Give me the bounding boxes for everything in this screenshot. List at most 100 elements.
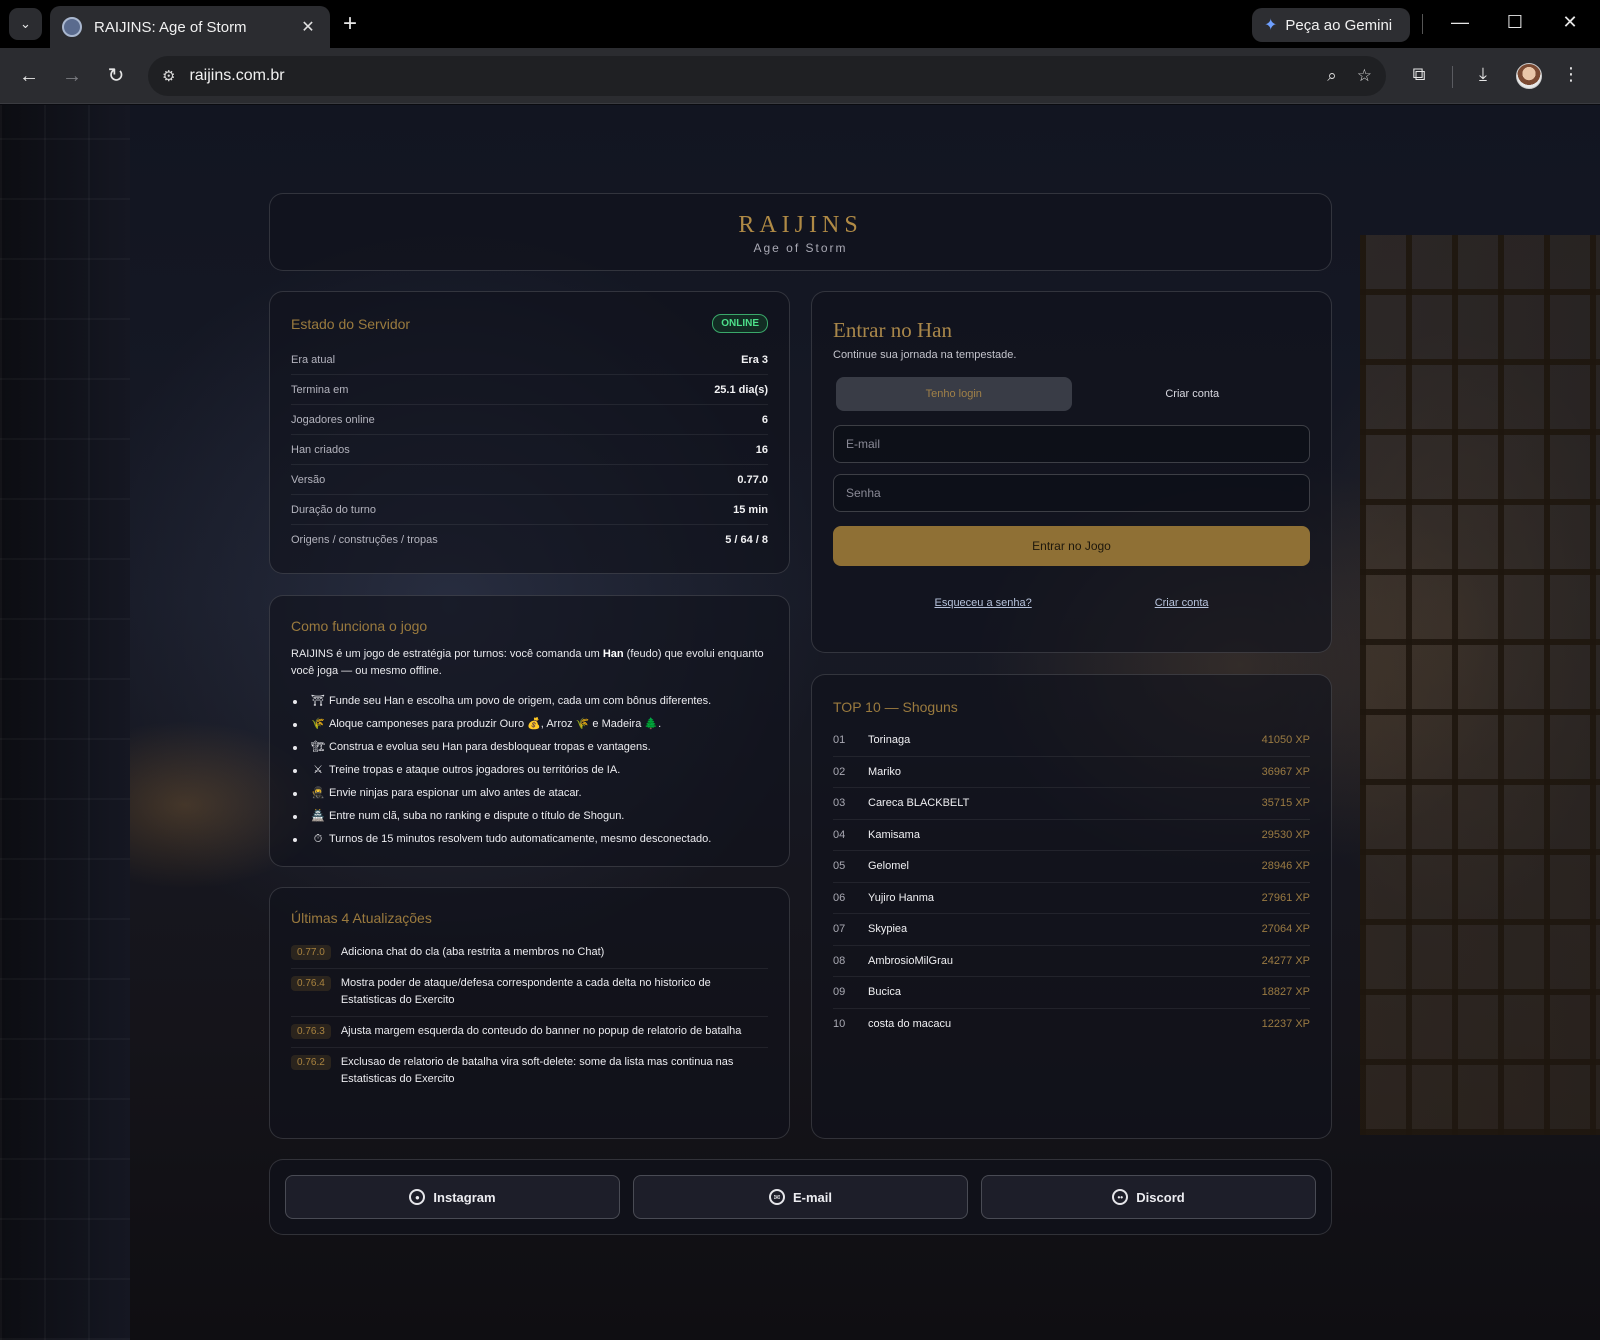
rank-position: 02	[833, 765, 846, 778]
stat-row: Era atual Era 3	[291, 345, 768, 375]
tab-login[interactable]: Tenho login	[836, 377, 1072, 411]
player-name: costa do macacu	[868, 1018, 952, 1031]
list-item: ⏱ Turnos de 15 minutos resolvem tudo auto…	[291, 828, 768, 851]
password-input[interactable]	[846, 486, 1297, 500]
stat-label: Versão	[291, 473, 326, 486]
login-title: Entrar no Han	[833, 318, 952, 342]
version-badge: 0.77.0	[291, 945, 331, 960]
reload-icon[interactable]: ↻	[102, 62, 130, 90]
login-links: Esqueceu a senha? Criar conta	[833, 597, 1310, 609]
how-intro: RAIJINS é um jogo de estratégia por turn…	[291, 646, 768, 680]
player-xp: 24277 XP	[1261, 954, 1310, 967]
list-item: ⚔ Treine tropas e ataque outros jogadores…	[291, 759, 768, 782]
brand-title: RAIJINS	[738, 212, 863, 238]
player-name: AmbrosioMilGrau	[868, 954, 953, 967]
instagram-label: Instagram	[433, 1189, 496, 1205]
ranking-panel: TOP 10 — Shoguns 01 Torinaga 41050 XP 02 Ma…	[811, 674, 1332, 1139]
divider	[1422, 14, 1423, 34]
updates-title: Últimas 4 Atualizações	[291, 910, 432, 926]
zoom-icon[interactable]: ⌕	[1327, 66, 1337, 86]
browser-tab[interactable]: RAIJINS: Age of Storm ✕	[50, 6, 330, 48]
instagram-button[interactable]: ● Instagram	[285, 1175, 620, 1219]
forward-arrow-icon[interactable]: →	[58, 62, 86, 90]
update-item: 0.77.0 Adiciona chat do cla (aba restrita…	[291, 938, 768, 969]
how-intro-bold: Han	[602, 648, 624, 660]
discord-button[interactable]: •• Discord	[981, 1175, 1316, 1219]
player-name: Gelomel	[868, 860, 909, 873]
forgot-password-link[interactable]: Esqueceu a senha?	[934, 597, 1031, 609]
how-list: ⛩ Funde seu Han e escolha um povo de orig…	[291, 690, 768, 851]
close-icon[interactable]: ✕	[298, 17, 318, 37]
stat-row: Versão 0.77.0	[291, 465, 768, 495]
update-text: Exclusao de relatorio de batalha vira so…	[340, 1056, 734, 1085]
player-name: Kamisama	[868, 828, 920, 841]
back-arrow-icon[interactable]: ←	[15, 62, 43, 90]
page-background	[0, 105, 1600, 1340]
construction-icon: 🏗	[311, 741, 325, 753]
tab-title: RAIJINS: Age of Storm	[94, 18, 247, 36]
rank-position: 08	[833, 954, 846, 967]
ranking-row: 04 Kamisama 29530 XP	[833, 820, 1310, 851]
divider	[1452, 66, 1453, 88]
server-stats-list: Era atual Era 3 Termina em 25.1 dia(s) Jog…	[291, 345, 768, 555]
how-it-works-panel: Como funciona o jogo RAIJINS é um jogo d…	[269, 595, 790, 867]
gemini-button[interactable]: ✦ Peça ao Gemini	[1252, 8, 1410, 42]
update-item: 0.76.4 Mostra poder de ataque/defesa corr…	[291, 969, 768, 1017]
stat-row: Origens / construções / tropas 5 / 64 / 8	[291, 525, 768, 555]
extensions-icon[interactable]: ⧉	[1406, 64, 1432, 85]
update-item: 0.76.3 Ajusta margem esquerda do conteudo…	[291, 1017, 768, 1048]
address-bar[interactable]: ⚙ raijins.com.br ⌕ ☆	[148, 56, 1386, 96]
url-text[interactable]: raijins.com.br	[189, 67, 1307, 85]
stat-label: Termina em	[291, 383, 349, 396]
profile-avatar[interactable]	[1516, 63, 1542, 89]
kebab-menu-icon[interactable]: ⋮	[1558, 64, 1584, 85]
stat-label: Era atual	[291, 353, 336, 366]
stat-label: Jogadores online	[291, 413, 375, 426]
site-settings-icon[interactable]: ⚙	[162, 67, 175, 85]
version-badge: 0.76.3	[291, 1024, 331, 1039]
enter-game-button[interactable]: Entrar no Jogo	[833, 526, 1310, 566]
stat-label: Duração do turno	[291, 503, 376, 516]
email-field[interactable]	[833, 425, 1310, 463]
list-item-text: Funde seu Han e escolha um povo de orige…	[329, 695, 712, 707]
stat-row: Jogadores online 6	[291, 405, 768, 435]
ranking-row: 08 AmbrosioMilGrau 24277 XP	[833, 946, 1310, 977]
background-shoji-left	[0, 105, 130, 1340]
stat-value: 5 / 64 / 8	[725, 534, 768, 546]
maximize-icon[interactable]: ☐	[1503, 12, 1527, 33]
timer-icon: ⏱	[313, 833, 323, 845]
email-input[interactable]	[846, 437, 1297, 451]
email-button[interactable]: ✉ E-mail	[633, 1175, 968, 1219]
email-label: E-mail	[792, 1189, 832, 1205]
mail-icon: ✉	[768, 1189, 785, 1205]
close-window-icon[interactable]: ✕	[1558, 12, 1582, 33]
player-xp: 41050 XP	[1261, 734, 1310, 747]
tab-create-account[interactable]: Criar conta	[1075, 377, 1311, 411]
ranking-row: 10 costa do macacu 12237 XP	[833, 1009, 1310, 1041]
download-icon[interactable]: ⤓	[1470, 64, 1496, 85]
stat-value: 0.77.0	[737, 473, 768, 486]
ranking-title: TOP 10 — Shoguns	[833, 699, 958, 715]
ranking-row: 06 Yujiro Hanma 27961 XP	[833, 883, 1310, 914]
ranking-row: 07 Skypiea 27064 XP	[833, 914, 1310, 946]
player-name: Yujiro Hanma	[868, 891, 935, 904]
new-tab-button[interactable]: +	[343, 10, 357, 38]
stat-row: Han criados 16	[291, 435, 768, 465]
tab-search-button[interactable]: ⌄	[9, 8, 42, 40]
bookmark-star-icon[interactable]: ☆	[1357, 66, 1372, 86]
stat-value: 25.1 dia(s)	[714, 383, 768, 396]
update-item: 0.76.2 Exclusao de relatorio de batalha v…	[291, 1048, 768, 1095]
list-item: 🥷 Envie ninjas para espionar um alvo ante…	[291, 782, 768, 805]
list-item: 🏗 Construa e evolua seu Han para desbloqu…	[291, 736, 768, 759]
updates-panel: Últimas 4 Atualizações 0.77.0 Adiciona ch…	[269, 887, 790, 1139]
update-text: Ajusta margem esquerda do conteudo do ba…	[340, 1025, 742, 1037]
player-xp: 35715 XP	[1261, 797, 1310, 810]
list-item-text: Turnos de 15 minutos resolvem tudo autom…	[329, 833, 712, 845]
player-xp: 12237 XP	[1261, 1018, 1310, 1031]
rank-position: 01	[833, 734, 846, 747]
password-field[interactable]	[833, 474, 1310, 512]
minimize-icon[interactable]: —	[1448, 12, 1472, 33]
list-item-text: Treine tropas e ataque outros jogadores …	[329, 764, 621, 776]
create-account-link[interactable]: Criar conta	[1155, 597, 1209, 609]
how-intro-text: RAIJINS é um jogo de estratégia por turn…	[291, 648, 603, 660]
